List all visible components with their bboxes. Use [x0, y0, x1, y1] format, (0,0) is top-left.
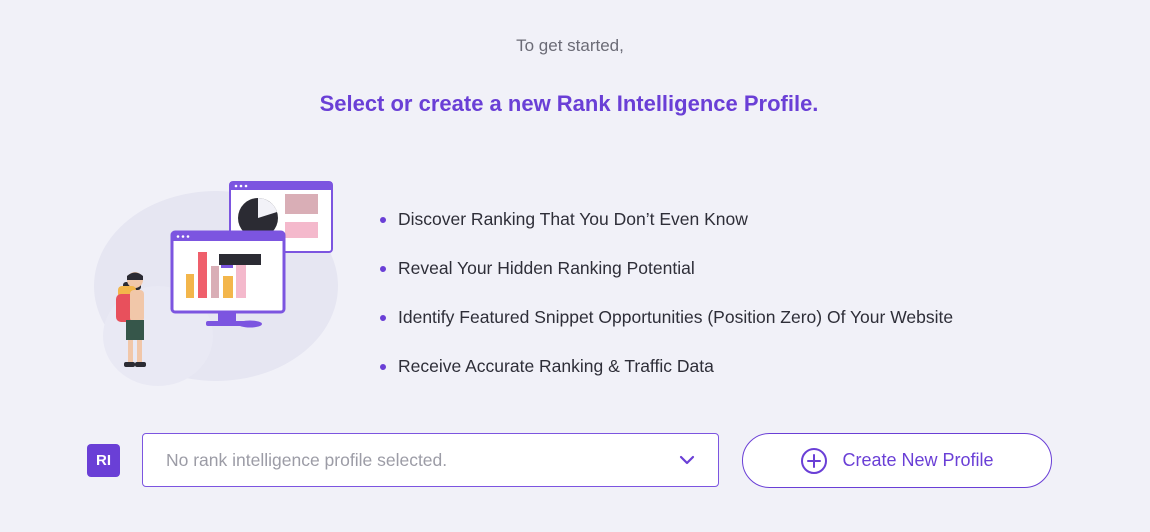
profile-select-placeholder: No rank intelligence profile selected.	[166, 449, 448, 470]
benefit-text: Discover Ranking That You Don’t Even Kno…	[398, 209, 748, 229]
ri-badge: RI	[87, 444, 120, 477]
list-item: Receive Accurate Ranking & Traffic Data	[380, 342, 953, 391]
chevron-down-icon[interactable]	[678, 451, 696, 469]
bullet-icon	[380, 314, 386, 321]
benefit-text: Receive Accurate Ranking & Traffic Data	[398, 356, 714, 376]
page-headline: Select or create a new Rank Intelligence…	[319, 91, 819, 116]
list-item: Identify Featured Snippet Opportunities …	[380, 293, 953, 342]
list-item: Reveal Your Hidden Ranking Potential	[380, 244, 953, 293]
benefits-list: Discover Ranking That You Don’t Even Kno…	[380, 195, 953, 391]
bullet-icon	[380, 265, 386, 272]
plus-circle-icon	[800, 447, 828, 475]
benefit-text: Reveal Your Hidden Ranking Potential	[398, 258, 695, 278]
bullet-icon	[380, 216, 386, 223]
profile-select[interactable]: No rank intelligence profile selected.	[142, 433, 719, 487]
create-new-profile-button[interactable]: Create New Profile	[742, 433, 1052, 488]
bullet-icon	[380, 363, 386, 370]
benefit-text: Identify Featured Snippet Opportunities …	[398, 307, 954, 327]
create-new-profile-label: Create New Profile	[842, 450, 994, 470]
analytics-illustration	[88, 176, 348, 398]
intro-text: To get started,	[516, 36, 624, 55]
list-item: Discover Ranking That You Don’t Even Kno…	[380, 195, 953, 244]
